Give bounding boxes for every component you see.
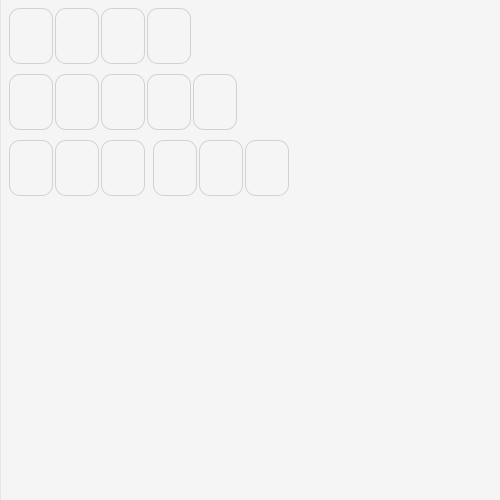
tile-row-2 bbox=[9, 74, 291, 130]
tile-r1-c3[interactable] bbox=[101, 8, 145, 64]
tile-row-1 bbox=[9, 8, 291, 64]
tile-r2-c5[interactable] bbox=[193, 74, 237, 130]
tile-r1-c2[interactable] bbox=[55, 8, 99, 64]
tile-grid bbox=[9, 8, 291, 206]
tile-r2-c3[interactable] bbox=[101, 74, 145, 130]
tile-r3-c2[interactable] bbox=[55, 140, 99, 196]
tile-r1-c1[interactable] bbox=[9, 8, 53, 64]
tile-r3-c5[interactable] bbox=[199, 140, 243, 196]
tile-r3-c1[interactable] bbox=[9, 140, 53, 196]
tile-r2-c1[interactable] bbox=[9, 74, 53, 130]
tile-r3-c4[interactable] bbox=[153, 140, 197, 196]
tile-row-3 bbox=[9, 140, 291, 196]
tile-r3-c3[interactable] bbox=[101, 140, 145, 196]
tile-r3-c6[interactable] bbox=[245, 140, 289, 196]
tile-r2-c2[interactable] bbox=[55, 74, 99, 130]
tile-r1-c4[interactable] bbox=[147, 8, 191, 64]
left-border-divider bbox=[0, 0, 1, 500]
tile-r2-c4[interactable] bbox=[147, 74, 191, 130]
